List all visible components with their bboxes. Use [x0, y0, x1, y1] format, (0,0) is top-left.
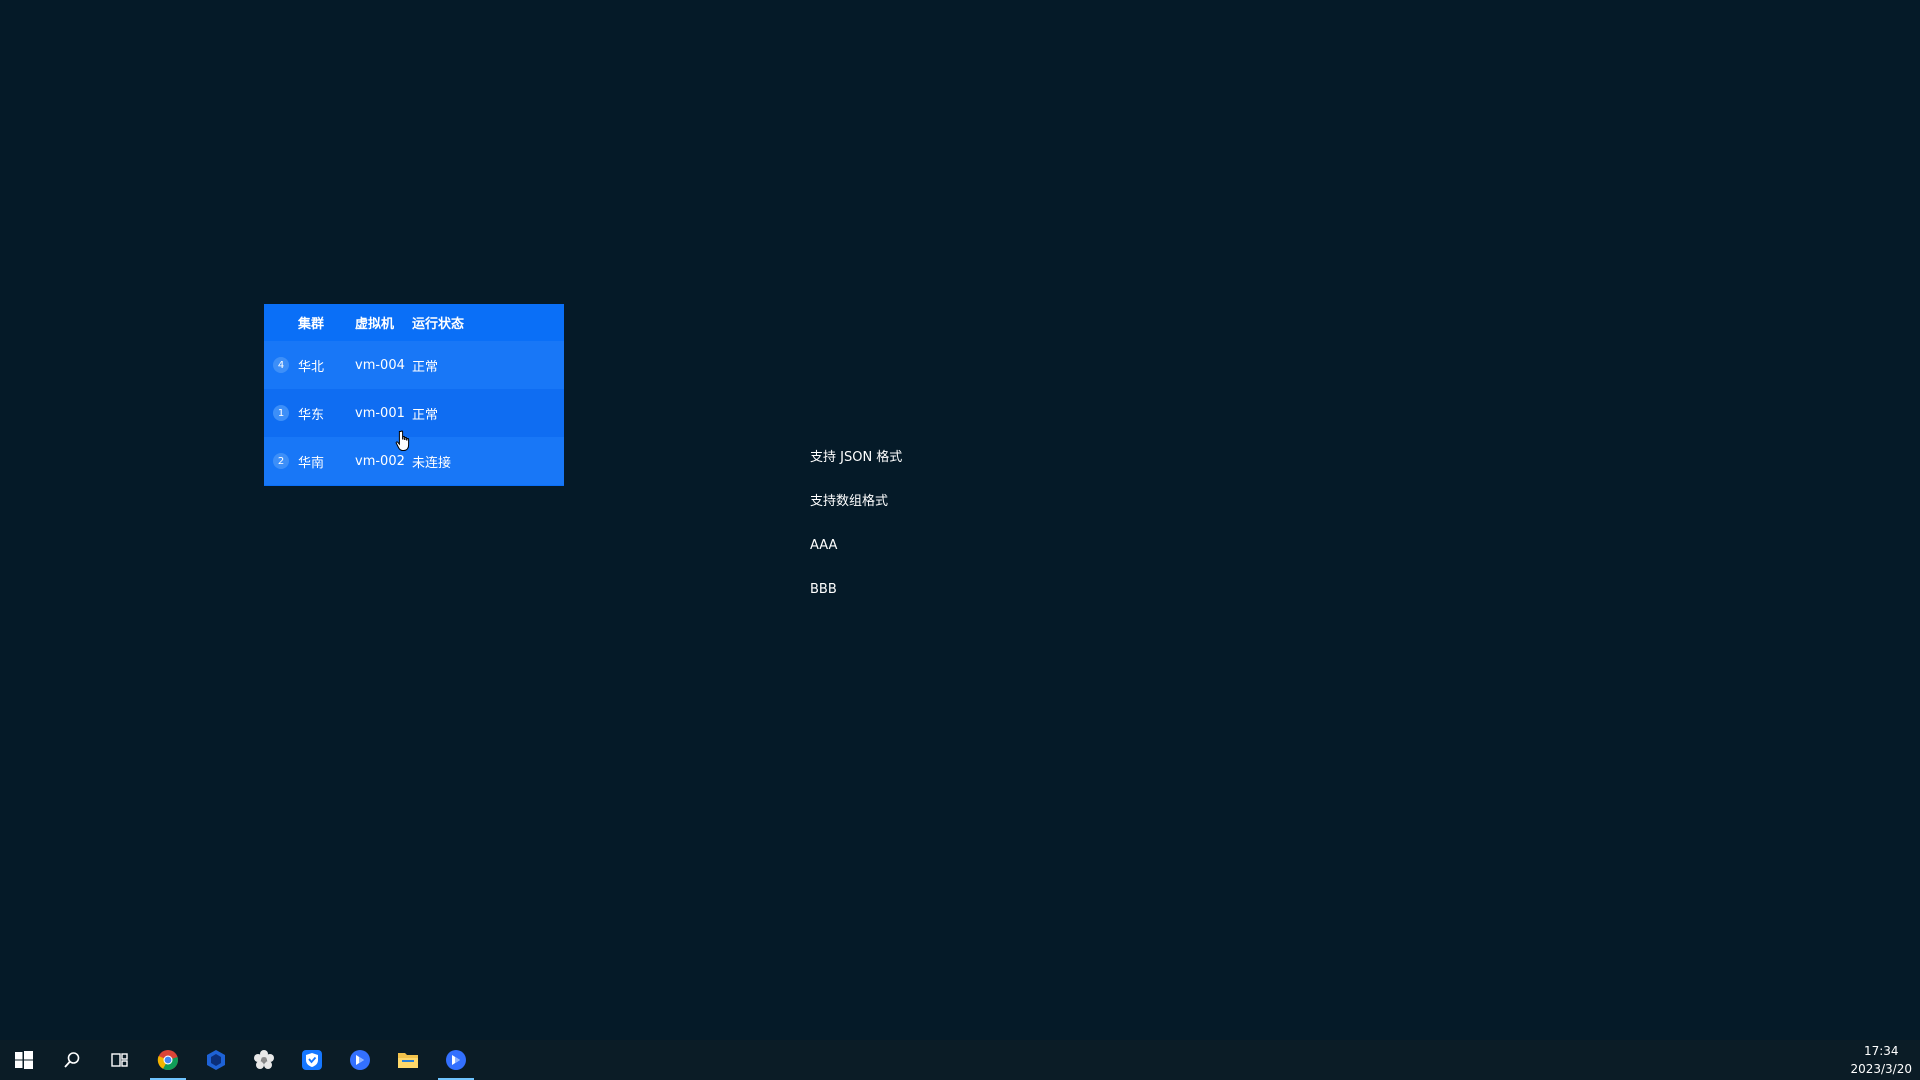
table-header: 集群 虚拟机 运行状态: [264, 304, 564, 341]
blue-hexagon-app-icon[interactable]: [192, 1040, 240, 1080]
table-row[interactable]: 4 华北 vm-004 正常: [264, 341, 564, 389]
hand-cursor-icon: [395, 430, 410, 451]
list-item: 支持数组格式: [810, 494, 889, 509]
header-vm: 虚拟机: [355, 317, 395, 332]
shield-app-icon[interactable]: [288, 1040, 336, 1080]
row-cluster: 华北: [298, 359, 325, 375]
feishu-app-icon[interactable]: [432, 1040, 480, 1080]
row-index-badge: 2: [273, 453, 289, 469]
file-explorer-icon[interactable]: [384, 1040, 432, 1080]
search-icon[interactable]: [48, 1040, 96, 1080]
row-status: 正常: [412, 359, 439, 375]
taskbar-clock[interactable]: 17:34 2023/3/20: [1850, 1042, 1912, 1078]
gear-flower-app-icon[interactable]: [240, 1040, 288, 1080]
row-vm: vm-004: [355, 357, 405, 373]
task-view-icon[interactable]: [96, 1040, 144, 1080]
row-status: 未连接: [412, 455, 452, 471]
scroll-board-table: 集群 虚拟机 运行状态 4 华北 vm-004 正常 1 华东 vm-001 正…: [264, 304, 564, 486]
row-status: 正常: [412, 407, 439, 423]
taskbar: 17:34 2023/3/20: [0, 1040, 1920, 1080]
chrome-icon[interactable]: [144, 1040, 192, 1080]
list-item: BBB: [810, 582, 837, 597]
desktop: 集群 虚拟机 运行状态 4 华北 vm-004 正常 1 华东 vm-001 正…: [0, 0, 1920, 1040]
row-cluster: 华南: [298, 455, 325, 471]
row-vm: vm-002: [355, 453, 405, 469]
row-cluster: 华东: [298, 407, 325, 423]
row-index-badge: 4: [273, 357, 289, 373]
header-cluster: 集群: [298, 317, 325, 332]
clock-date: 2023/3/20: [1850, 1062, 1912, 1076]
list-item: AAA: [810, 538, 838, 553]
table-row[interactable]: 2 华南 vm-002 未连接: [264, 437, 564, 485]
list-item: 支持 JSON 格式: [810, 450, 903, 465]
feishu-app-icon[interactable]: [336, 1040, 384, 1080]
scroll-text-list: 支持 JSON 格式 支持数组格式 AAA BBB: [810, 448, 902, 624]
table-row[interactable]: 1 华东 vm-001 正常: [264, 389, 564, 437]
clock-time: 17:34: [1863, 1044, 1899, 1058]
header-status: 运行状态: [412, 317, 465, 332]
row-vm: vm-001: [355, 405, 405, 421]
windows-start-icon[interactable]: [0, 1040, 48, 1080]
row-index-badge: 1: [273, 405, 289, 421]
